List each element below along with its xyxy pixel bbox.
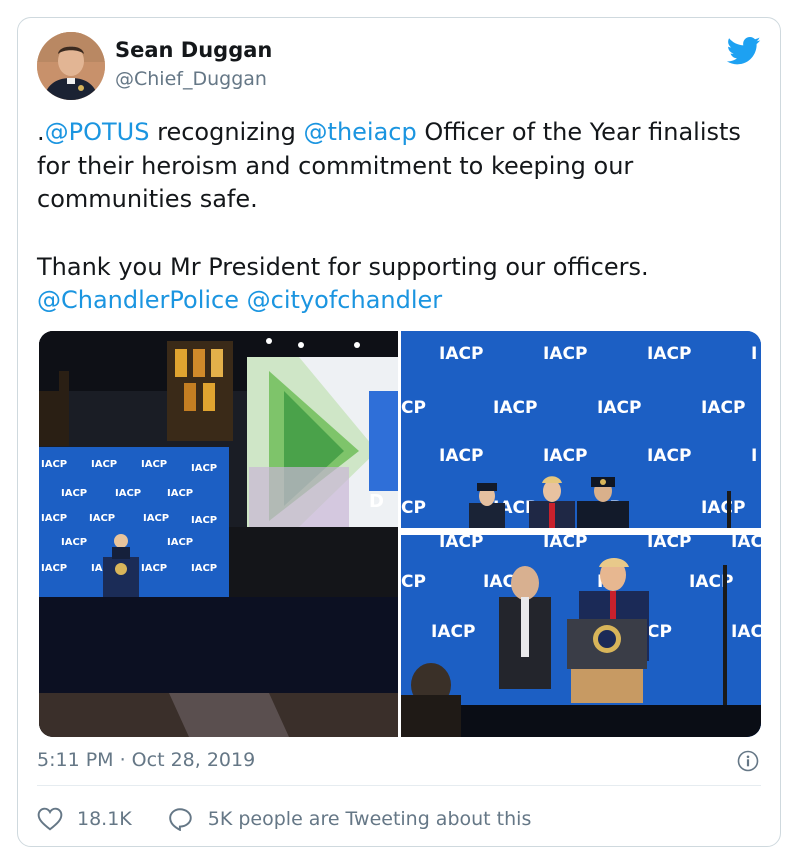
svg-text:IACP: IACP xyxy=(493,398,537,418)
author-name[interactable]: Sean Duggan xyxy=(115,38,272,62)
svg-text:IACP: IACP xyxy=(647,446,691,466)
text-segment: Thank you Mr President for supporting ou… xyxy=(37,252,649,281)
svg-text:IACP: IACP xyxy=(167,488,193,499)
info-icon[interactable] xyxy=(737,750,759,772)
svg-text:IACP: IACP xyxy=(647,344,691,364)
svg-text:IACP: IACP xyxy=(41,563,67,574)
svg-text:IACP: IACP xyxy=(41,513,67,524)
svg-text:IACP: IACP xyxy=(543,344,587,364)
svg-text:IACP: IACP xyxy=(61,537,87,548)
svg-text:IACP: IACP xyxy=(61,488,87,499)
svg-text:IAC: IAC xyxy=(731,622,761,642)
screen-logo: D xyxy=(369,491,384,512)
mention-potus[interactable]: @POTUS xyxy=(45,118,150,146)
tweet-timestamp[interactable]: 5:11 PM · Oct 28, 2019 xyxy=(37,749,255,771)
svg-text:IACP: IACP xyxy=(597,398,641,418)
svg-text:IACP: IACP xyxy=(701,498,745,518)
svg-text:IACP: IACP xyxy=(141,563,167,574)
svg-text:IACP: IACP xyxy=(141,459,167,470)
svg-text:IACP: IACP xyxy=(701,398,745,418)
svg-text:IACP: IACP xyxy=(543,535,587,552)
tweet-card[interactable]: Sean Duggan @Chief_Duggan .@POTUS recogn… xyxy=(17,17,781,847)
author-handle[interactable]: @Chief_Duggan xyxy=(115,68,267,90)
svg-text:IACP: IACP xyxy=(191,563,217,574)
tweet-actions: 18.1K 5K people are Tweeting about this xyxy=(37,805,531,833)
svg-text:I: I xyxy=(751,344,757,364)
svg-text:IACP: IACP xyxy=(439,344,483,364)
svg-text:IACP: IACP xyxy=(431,622,475,642)
svg-text:IACP: IACP xyxy=(167,537,193,548)
svg-text:IACP: IACP xyxy=(439,446,483,466)
mention-city-of-chandler[interactable]: @cityofchandler xyxy=(247,286,442,314)
svg-text:IACP: IACP xyxy=(543,446,587,466)
svg-text:IACP: IACP xyxy=(439,535,483,552)
svg-text:I: I xyxy=(751,446,757,466)
svg-text:IACP: IACP xyxy=(89,513,115,524)
photo-hall-view[interactable]: D IACP IACP IACP IACP IACP IACP IACP IACP IACP… xyxy=(39,331,398,737)
speech-bubble-icon xyxy=(168,808,192,831)
svg-text:IAC: IAC xyxy=(731,535,761,552)
photo-president-at-podium[interactable]: IACPIACPIACPIAC CPIACPIAIACP IACPCPIAC xyxy=(401,535,761,737)
tweet-text: .@POTUS recognizing @theiacp Officer of … xyxy=(37,116,757,318)
tweet-media-grid: D IACP IACP IACP IACP IACP IACP IACP IACP IACP… xyxy=(39,331,761,737)
svg-text:CP: CP xyxy=(401,398,426,418)
svg-text:IACP: IACP xyxy=(191,463,217,474)
svg-text:CP: CP xyxy=(401,498,426,518)
svg-text:IACP: IACP xyxy=(91,459,117,470)
mention-chandler-police[interactable]: @ChandlerPolice xyxy=(37,286,239,314)
text-segment: . xyxy=(37,118,45,146)
mention-theiacp[interactable]: @theiacp xyxy=(304,118,417,146)
avatar[interactable] xyxy=(37,32,105,100)
svg-text:CP: CP xyxy=(401,572,426,592)
svg-text:CP: CP xyxy=(647,622,672,642)
photo-president-with-officers[interactable]: IACP IACP IACP I CP IACP IACP IACP IACP IACP IAC… xyxy=(401,331,761,532)
like-action[interactable]: 18.1K xyxy=(37,807,132,831)
svg-text:IACP: IACP xyxy=(115,488,141,499)
like-count: 18.1K xyxy=(77,808,132,830)
svg-text:IACP: IACP xyxy=(41,459,67,470)
heart-icon xyxy=(37,807,63,831)
svg-text:IACP: IACP xyxy=(143,513,169,524)
divider xyxy=(37,785,761,786)
tweeting-about-text: 5K people are Tweeting about this xyxy=(207,808,532,830)
svg-text:IACP: IACP xyxy=(647,535,691,552)
svg-text:IACP: IACP xyxy=(191,515,217,526)
twitter-bird-icon[interactable] xyxy=(727,36,761,66)
conversation-action[interactable]: 5K people are Tweeting about this xyxy=(168,807,532,831)
text-segment: recognizing xyxy=(149,118,304,146)
